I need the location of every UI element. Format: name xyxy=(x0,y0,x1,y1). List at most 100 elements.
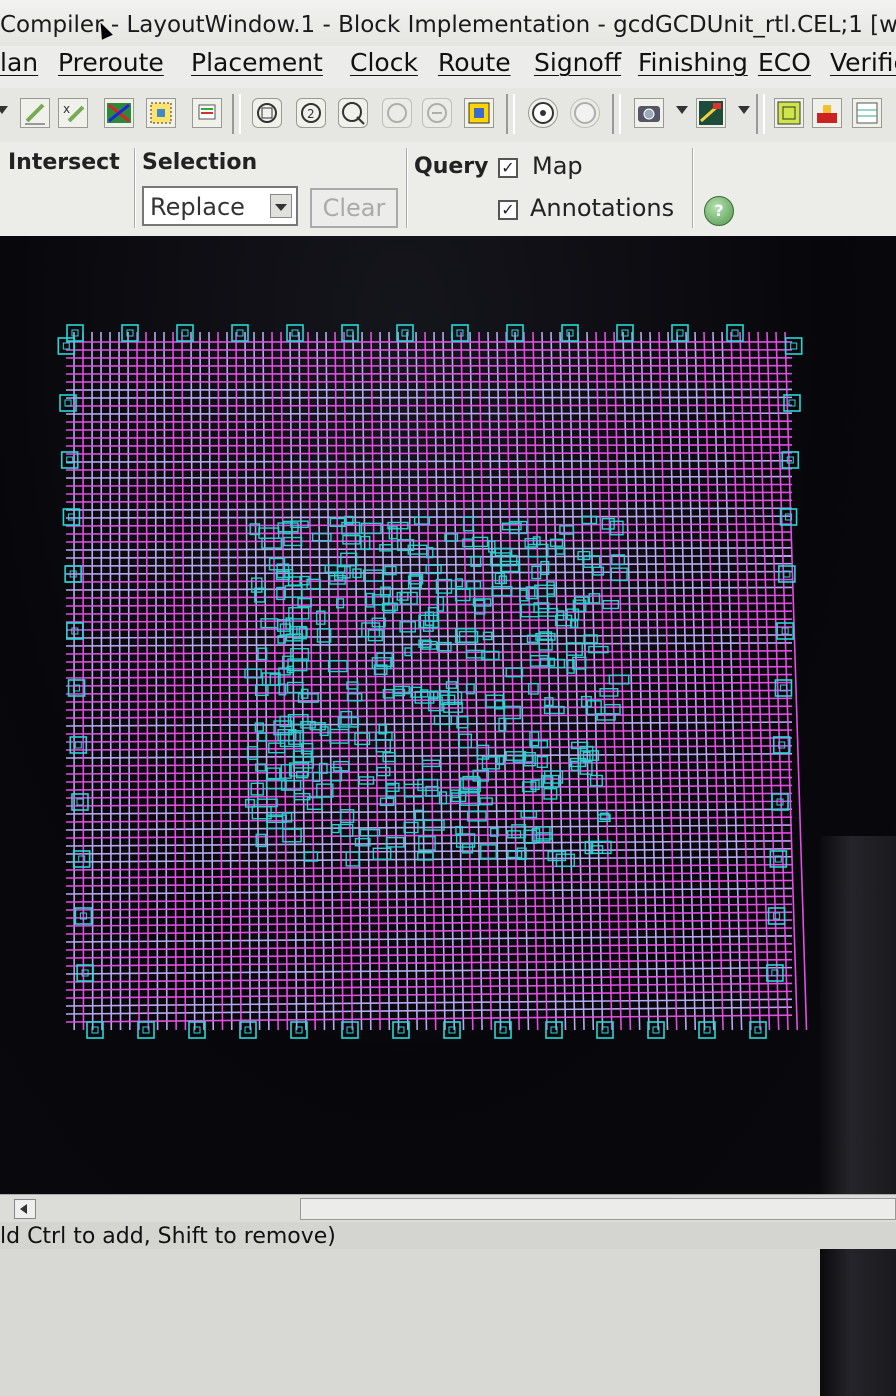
scroll-left-icon[interactable] xyxy=(14,1199,36,1219)
selection-label: Selection xyxy=(142,150,257,175)
io-pin[interactable] xyxy=(648,1022,664,1038)
io-pin[interactable] xyxy=(495,1022,511,1038)
menu-route[interactable]: Route xyxy=(438,48,511,77)
camera-icon[interactable] xyxy=(634,98,664,128)
io-pin[interactable] xyxy=(597,1022,613,1038)
power-net-line xyxy=(66,492,792,494)
signal-net-line xyxy=(66,389,792,390)
select-box-icon[interactable] xyxy=(146,98,176,128)
standard-cell xyxy=(288,682,303,692)
io-pin[interactable] xyxy=(562,325,578,341)
cross-tool-icon[interactable] xyxy=(104,98,134,128)
io-pin[interactable] xyxy=(63,509,79,525)
power-net-line xyxy=(344,332,352,1030)
power-net-line xyxy=(66,960,792,966)
io-pin[interactable] xyxy=(769,908,785,924)
layout-canvas[interactable] xyxy=(0,236,896,1194)
canvas-glare xyxy=(820,836,896,1396)
standard-cell xyxy=(380,545,392,551)
flag-icon[interactable] xyxy=(192,98,222,128)
io-pin[interactable] xyxy=(138,1022,154,1038)
zoom-2-icon[interactable]: 2 xyxy=(296,98,326,128)
toolbar-separator xyxy=(612,94,621,134)
signal-net-line xyxy=(362,332,371,1030)
menu-eco[interactable]: ECO xyxy=(758,48,811,77)
io-pin[interactable] xyxy=(617,325,633,341)
map-checkbox[interactable]: ✓ xyxy=(498,158,518,178)
signal-net-line xyxy=(66,413,792,414)
io-pin[interactable] xyxy=(546,1022,562,1038)
io-pin[interactable] xyxy=(774,737,790,753)
menu-clock[interactable]: Clock xyxy=(350,48,418,77)
horizontal-scrollbar[interactable] xyxy=(0,1194,896,1223)
standard-cell xyxy=(567,643,582,655)
io-pin[interactable] xyxy=(87,1022,103,1038)
power-net-line xyxy=(281,332,287,1030)
scrollbar-thumb[interactable] xyxy=(300,1198,896,1220)
menu-placement[interactable]: Placement xyxy=(191,48,323,77)
layer-dropdown-arrow-icon[interactable] xyxy=(738,106,750,114)
menu-finishing[interactable]: Finishing xyxy=(638,48,748,77)
io-pin[interactable] xyxy=(122,325,138,341)
selection-mode-value: Replace xyxy=(150,193,245,221)
power-net-line xyxy=(66,421,792,422)
chevron-down-icon[interactable] xyxy=(270,194,292,218)
chip-layout-view[interactable] xyxy=(0,236,896,1194)
pencil-icon[interactable] xyxy=(20,98,50,128)
power-net-line xyxy=(66,991,792,998)
svg-text:2: 2 xyxy=(307,107,315,121)
zoom-edit-icon[interactable] xyxy=(338,98,368,128)
power-net-line xyxy=(371,332,380,1030)
selection-mode-select[interactable]: Replace xyxy=(142,186,298,226)
standard-cell xyxy=(544,789,557,799)
io-pin[interactable] xyxy=(240,1022,256,1038)
io-pin-core xyxy=(77,799,83,805)
io-pin[interactable] xyxy=(786,338,802,354)
standard-cell xyxy=(589,594,599,603)
chip-icon[interactable] xyxy=(812,98,842,128)
query-label: Query xyxy=(414,154,488,179)
pencil-x-icon[interactable]: x xyxy=(58,98,88,128)
menu-floorplan[interactable]: lan xyxy=(0,48,38,77)
signal-net-line xyxy=(407,332,417,1030)
clear-button[interactable]: Clear xyxy=(310,188,398,228)
signal-net-line xyxy=(254,332,260,1030)
power-net-line xyxy=(66,976,792,982)
io-pin[interactable] xyxy=(452,325,468,341)
camera-dropdown-arrow-icon[interactable] xyxy=(676,106,688,114)
floorplan-icon[interactable] xyxy=(774,98,804,128)
zoom-previous-icon[interactable] xyxy=(382,98,412,128)
toolbar-dropdown-arrow-icon[interactable] xyxy=(0,106,8,114)
annotations-checkbox[interactable]: ✓ xyxy=(498,200,518,220)
menu-preroute[interactable]: Preroute xyxy=(58,48,164,77)
power-net-line xyxy=(66,532,792,534)
standard-cell xyxy=(373,848,390,859)
io-pin[interactable] xyxy=(291,1022,307,1038)
io-pin[interactable] xyxy=(342,1022,358,1038)
zoom-selected-icon[interactable] xyxy=(464,98,494,128)
standard-cell xyxy=(473,537,488,546)
help-icon[interactable]: ? xyxy=(704,196,734,226)
toolbar-separator xyxy=(756,94,765,134)
standard-cell xyxy=(605,705,620,714)
layer-icon[interactable] xyxy=(696,98,726,128)
intersect-label: Intersect xyxy=(8,150,120,175)
io-pin[interactable] xyxy=(189,1022,205,1038)
io-pin-core xyxy=(677,330,683,336)
zoom-fit-icon[interactable] xyxy=(252,98,282,128)
io-pin[interactable] xyxy=(699,1022,715,1038)
io-pin[interactable] xyxy=(393,1022,409,1038)
standard-cell xyxy=(364,570,383,581)
io-pin[interactable] xyxy=(444,1022,460,1038)
power-net-line xyxy=(66,437,792,438)
table-icon[interactable] xyxy=(852,98,882,128)
pan-forward-icon[interactable] xyxy=(570,98,600,128)
standard-cell xyxy=(346,852,359,866)
pan-back-icon[interactable] xyxy=(528,98,558,128)
io-pin[interactable] xyxy=(750,1022,766,1038)
io-pin[interactable] xyxy=(397,325,413,341)
menu-verification[interactable]: Verific xyxy=(830,48,896,77)
menu-signoff[interactable]: Signoff xyxy=(534,48,621,77)
zoom-out-icon[interactable] xyxy=(422,98,452,128)
signal-net-line xyxy=(389,332,399,1030)
